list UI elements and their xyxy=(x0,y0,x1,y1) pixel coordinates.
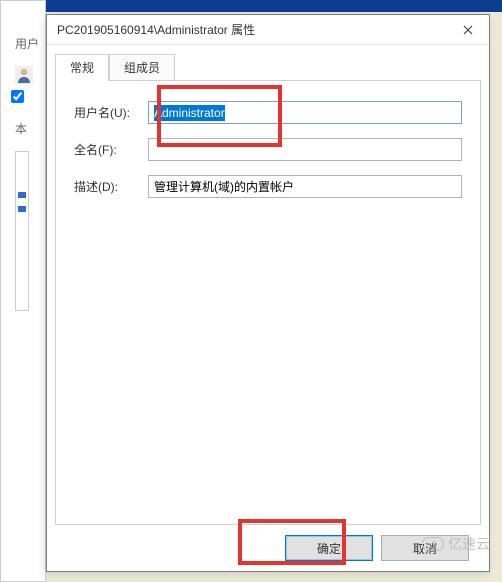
background-titlebar xyxy=(0,0,502,12)
watermark: 亿速云 xyxy=(422,534,490,554)
background-checkbox-input[interactable] xyxy=(11,90,24,103)
tab-members[interactable]: 组成员 xyxy=(109,54,175,81)
row-fullname: 全名(F): xyxy=(74,138,462,161)
properties-dialog: PC201905160914\Administrator 属性 常规 组成员 用… xyxy=(46,14,490,572)
user-icon xyxy=(15,66,33,84)
username-label: 用户名(U): xyxy=(74,104,148,121)
tab-general[interactable]: 常规 xyxy=(55,54,109,81)
ok-button[interactable]: 确定 xyxy=(285,535,373,561)
description-label: 描述(D): xyxy=(74,178,148,195)
background-local-label: 本 xyxy=(15,120,45,137)
row-description: 描述(D): xyxy=(74,175,462,198)
background-window: 用户 本 xyxy=(0,0,46,582)
close-icon xyxy=(463,25,473,35)
background-panel-edge xyxy=(15,151,29,311)
row-username: 用户名(U): Administrator xyxy=(74,101,462,124)
username-value-selected: Administrator xyxy=(154,105,225,121)
watermark-text: 亿速云 xyxy=(448,534,490,554)
titlebar: PC201905160914\Administrator 属性 xyxy=(47,15,489,45)
fullname-label: 全名(F): xyxy=(74,141,148,158)
bg-item-marker-1 xyxy=(18,192,26,198)
description-input[interactable] xyxy=(148,175,462,198)
background-users-label: 用户 xyxy=(15,35,45,52)
tabstrip: 常规 组成员 xyxy=(55,53,481,80)
background-checkbox[interactable] xyxy=(11,90,45,106)
fullname-input[interactable] xyxy=(148,138,462,161)
cloud-icon xyxy=(422,537,444,551)
dialog-button-row: 确定 取消 xyxy=(55,535,481,561)
username-input[interactable]: Administrator xyxy=(148,101,462,124)
window-title: PC201905160914\Administrator 属性 xyxy=(57,21,255,38)
close-button[interactable] xyxy=(447,15,489,44)
bg-item-marker-2 xyxy=(18,206,26,212)
tab-panel-general: 用户名(U): Administrator 全名(F): 描述(D): xyxy=(55,80,481,525)
